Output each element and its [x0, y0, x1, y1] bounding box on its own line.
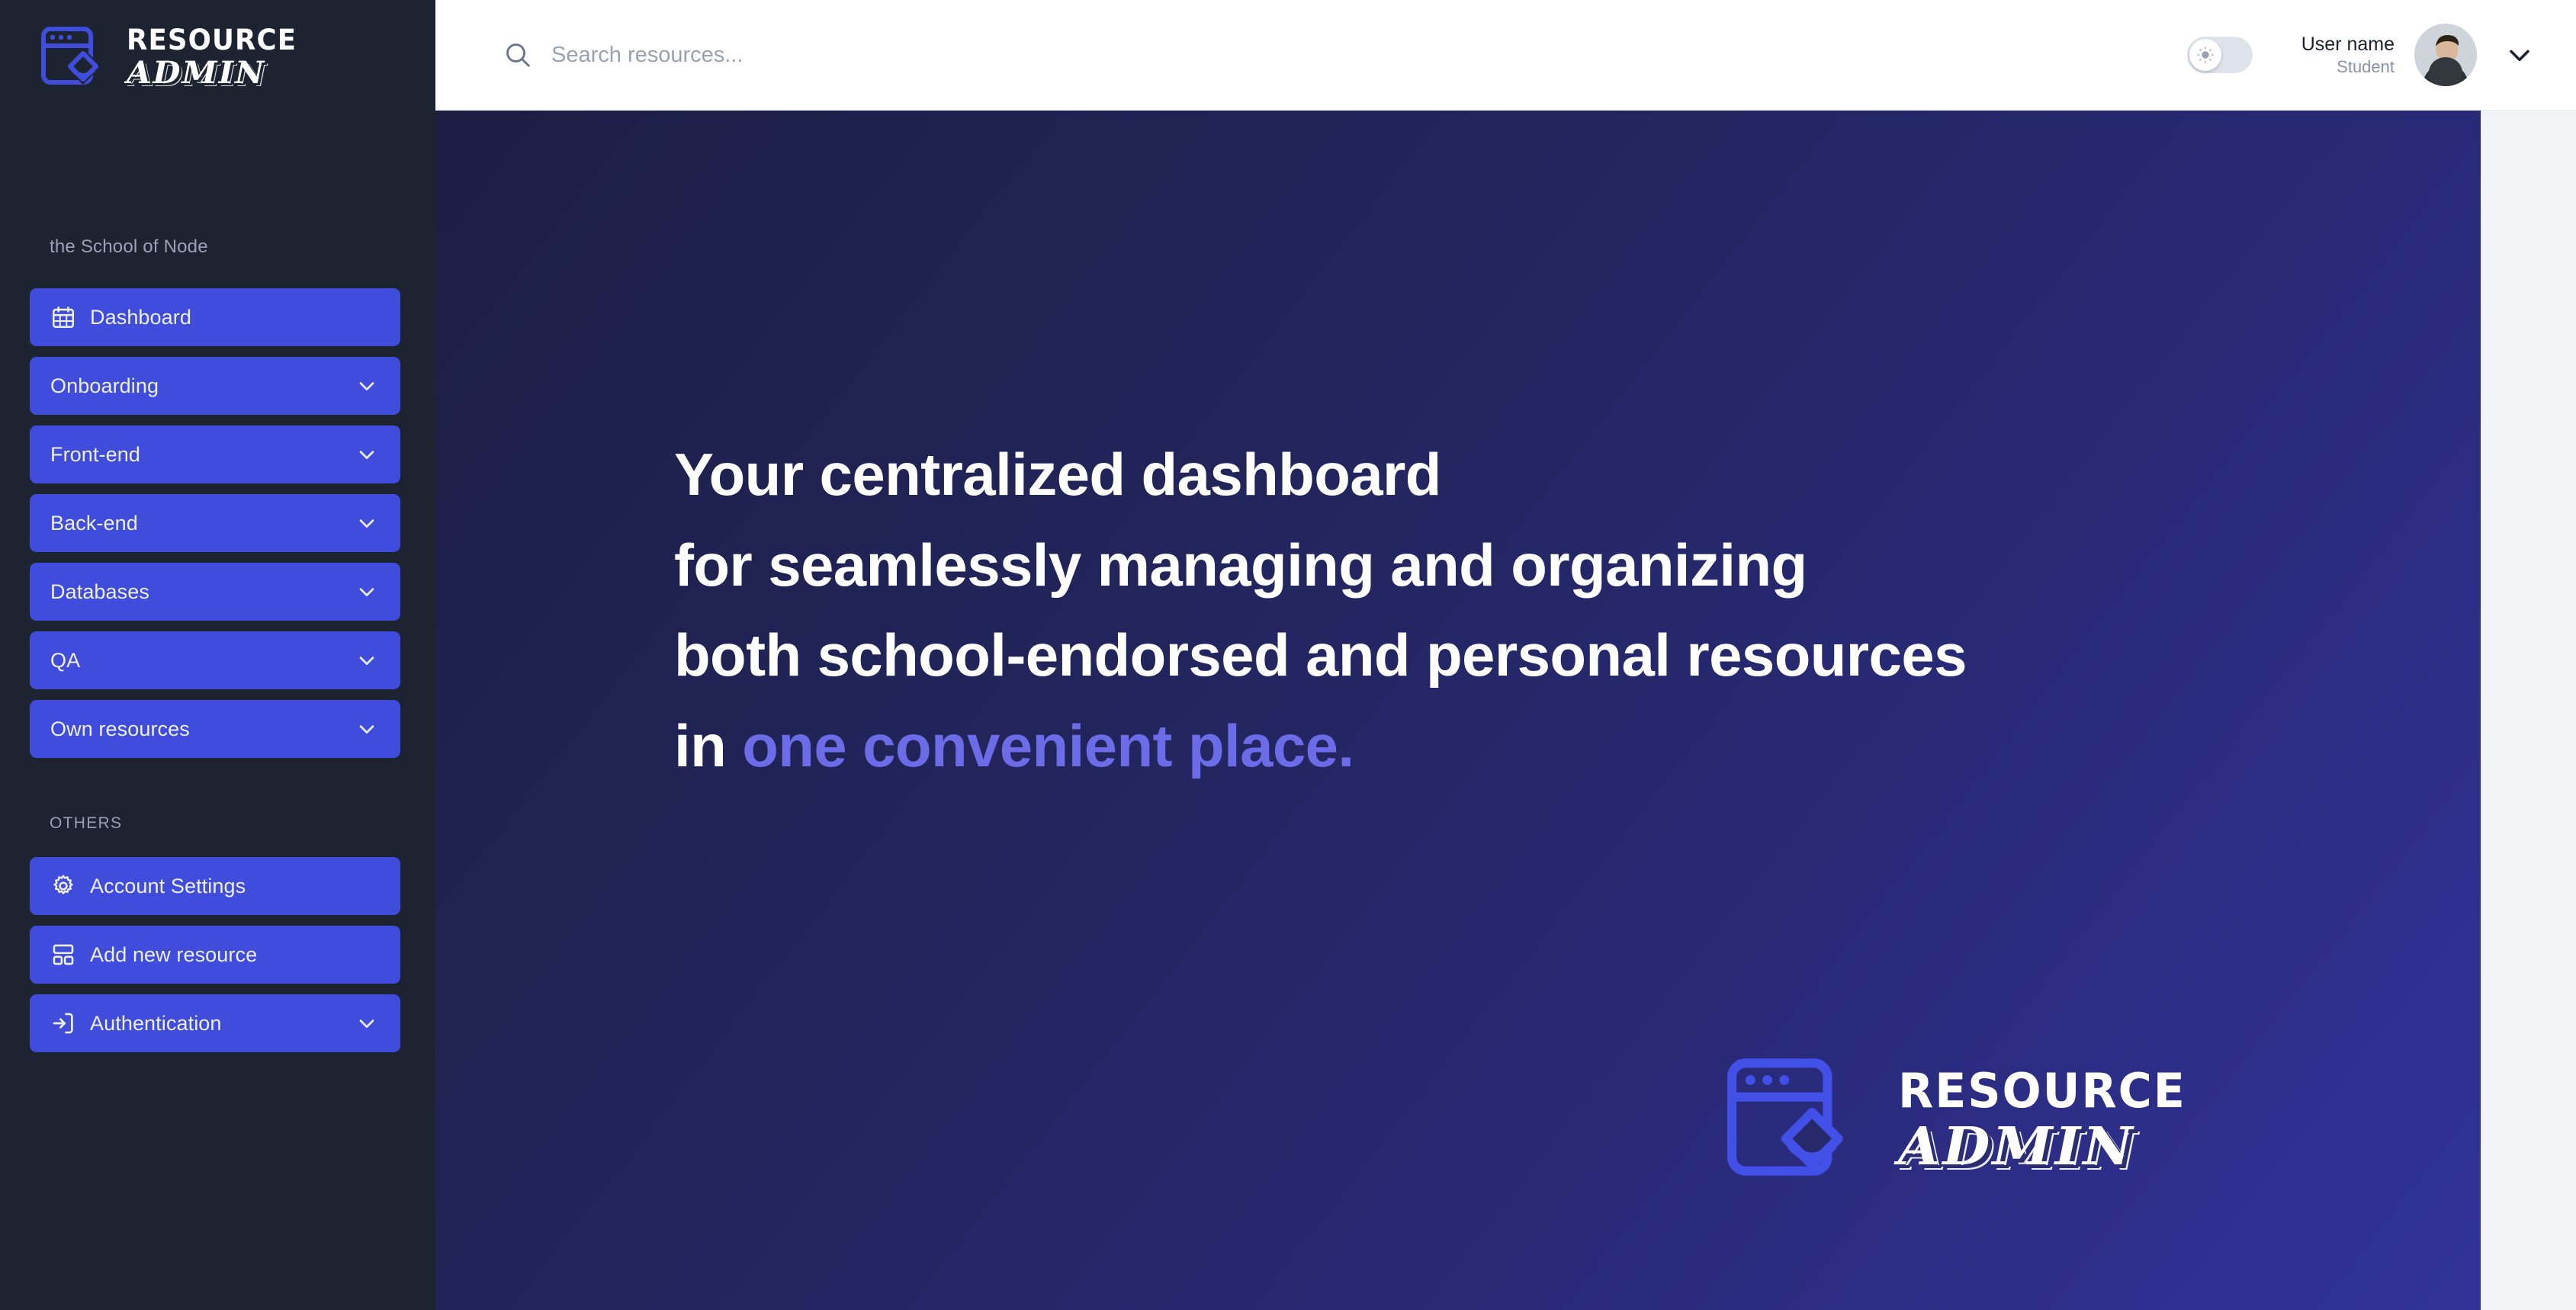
sidebar-primary-nav: Dashboard Onboarding Front-end Back-end	[30, 288, 400, 769]
hero-logo-line-2: ADMIN	[1898, 1116, 2135, 1177]
topbar: User name Student	[435, 0, 2576, 111]
sidebar-school-label: the School of Node	[50, 236, 208, 257]
sun-icon	[2196, 47, 2214, 63]
hero-watermark-logo: RESOURCE ADMIN	[1724, 1054, 2195, 1186]
user-role: Student	[2337, 56, 2395, 76]
chevron-down-icon	[359, 382, 374, 391]
brand-line-1: RESOURCE	[127, 24, 297, 56]
chevron-down-icon	[359, 588, 374, 597]
sidebar-item-label: QA	[50, 648, 81, 672]
sidebar-item-onboarding[interactable]: Onboarding	[30, 357, 400, 415]
sidebar-item-label: Add new resource	[90, 942, 258, 966]
hero-logo-line-1: RESOURCE	[1898, 1063, 2186, 1119]
chevron-down-icon	[359, 725, 374, 734]
calendar-icon	[52, 306, 75, 329]
user-name: User name	[2301, 33, 2395, 55]
brand-wordmark: RESOURCE ADMIN	[127, 26, 304, 88]
hero-panel: Your centralized dashboard for seamlessl…	[435, 111, 2481, 1310]
hero-line-4-accent: one convenient place.	[742, 711, 1354, 779]
chevron-down-icon	[359, 451, 374, 460]
sidebar-item-add-new-resource[interactable]: Add new resource	[30, 926, 400, 984]
sidebar-item-label: Back-end	[50, 511, 138, 535]
hero-headline: Your centralized dashboard for seamlessl…	[674, 429, 1967, 791]
brand-logo[interactable]: RESOURCE ADMIN	[40, 24, 304, 90]
sidebar-item-dashboard[interactable]: Dashboard	[30, 288, 400, 346]
sidebar-item-label: Databases	[50, 580, 149, 603]
hero-line-2: for seamlessly managing and organizing	[674, 531, 1807, 599]
sidebar-item-account-settings[interactable]: Account Settings	[30, 857, 400, 915]
sidebar-item-own-resources[interactable]: Own resources	[30, 700, 400, 758]
hero-line-1: Your centralized dashboard	[674, 441, 1441, 508]
chevron-down-icon[interactable]	[2503, 38, 2536, 72]
login-arrow-icon	[53, 1013, 73, 1034]
browser-graduation-cap-logo-icon	[1727, 1058, 1843, 1176]
sidebar-item-authentication[interactable]: Authentication	[30, 994, 400, 1052]
browser-graduation-cap-logo-icon	[41, 27, 102, 85]
hero-line-4-prefix: in	[674, 711, 743, 779]
search-icon	[506, 43, 530, 67]
hero-line-4: in one convenient place.	[674, 701, 1967, 791]
gear-icon	[53, 875, 73, 894]
hero-line-3: both school-endorsed and personal resour…	[674, 621, 1967, 689]
sidebar-item-label: Onboarding	[50, 374, 159, 397]
sidebar-item-label: Own resources	[50, 717, 190, 740]
sidebar: RESOURCE ADMIN the School of Node Dashbo…	[0, 0, 435, 1310]
chevron-down-icon	[359, 657, 374, 666]
theme-toggle[interactable]	[2186, 37, 2253, 73]
hero-logo-wordmark: RESOURCE ADMIN	[1898, 1063, 2195, 1174]
sidebar-item-label: Account Settings	[90, 874, 246, 897]
avatar[interactable]	[2414, 24, 2477, 86]
sidebar-item-front-end[interactable]: Front-end	[30, 425, 400, 483]
sidebar-item-label: Dashboard	[90, 305, 191, 329]
layout-blocks-icon	[53, 944, 74, 965]
chevron-down-icon	[359, 1019, 374, 1029]
chevron-down-icon	[359, 519, 374, 528]
theme-toggle-knob	[2189, 39, 2221, 71]
sidebar-item-qa[interactable]: QA	[30, 631, 400, 689]
user-photo-avatar-icon	[2414, 24, 2477, 86]
sidebar-item-label: Front-end	[50, 442, 140, 466]
user-info[interactable]: User name Student	[2301, 33, 2395, 78]
app-root: RESOURCE ADMIN the School of Node Dashbo…	[0, 0, 2576, 1310]
sidebar-item-databases[interactable]: Databases	[30, 563, 400, 621]
sidebar-others-label: OTHERS	[50, 814, 123, 832]
sidebar-item-back-end[interactable]: Back-end	[30, 494, 400, 552]
sidebar-item-label: Authentication	[90, 1011, 222, 1035]
sidebar-secondary-nav: Account Settings Add new resource Authen…	[30, 857, 400, 1063]
topbar-right-cluster: User name Student	[2186, 24, 2536, 86]
search-input[interactable]	[551, 37, 1238, 72]
brand-line-2: ADMIN	[127, 55, 266, 91]
search-bar[interactable]	[503, 37, 2187, 72]
